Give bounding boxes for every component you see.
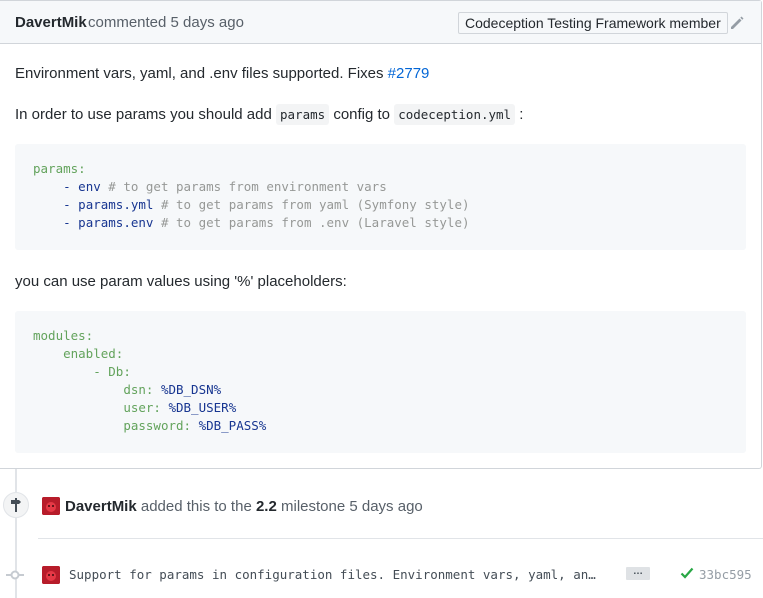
intro-text: Environment vars, yaml, and .env files s… [15, 65, 388, 82]
expand-commit-button[interactable]: … [626, 567, 650, 580]
code-comment: # to get params from yaml (Symfony style… [153, 197, 470, 212]
code-key: Db: [108, 364, 131, 379]
code-comment: # to get params from environment vars [100, 179, 387, 194]
event-text: milestone 5 days ago [276, 498, 423, 515]
inline-code-params: params [276, 104, 330, 125]
event-actor[interactable]: DavertMik [65, 498, 137, 515]
code-key: modules: [33, 328, 94, 343]
avatar-image [42, 566, 60, 584]
comment-author[interactable]: DavertMik [15, 14, 87, 31]
comment-intro: Environment vars, yaml, and .env files s… [15, 65, 429, 82]
code-block-params: params: - env # to get params from envir… [15, 144, 746, 250]
event-text: added this to the [136, 498, 256, 515]
code-value: params.yml [78, 197, 154, 212]
usage-text: config to [329, 106, 395, 123]
comment-box: DavertMik commented 5 days ago Codecepti… [0, 0, 762, 469]
milestone-event: DavertMik added this to the 2.2 mileston… [65, 498, 423, 515]
code-value: %DB_PASS% [198, 418, 267, 433]
code-dash: - [63, 215, 79, 230]
avatar-image [42, 497, 60, 515]
milestone-icon [11, 498, 21, 512]
pencil-icon[interactable] [729, 15, 745, 31]
commit-message[interactable]: Support for params in configuration file… [69, 567, 596, 582]
inline-code-config: codeception.yml [394, 104, 516, 125]
code-value: %DB_DSN% [160, 382, 222, 397]
code-block-modules: modules: enabled: - Db: dsn: %DB_DSN% us… [15, 311, 746, 453]
event-divider [38, 538, 763, 539]
comment-usage: In order to use params you should add pa… [15, 104, 524, 125]
check-icon[interactable] [680, 566, 694, 580]
code-dash: - [93, 364, 109, 379]
git-commit-icon [6, 570, 24, 580]
code-dash: - [63, 179, 79, 194]
code-key: dsn: [123, 382, 154, 397]
commit-sha[interactable]: 33bc595 [699, 567, 752, 582]
code-value: env [78, 179, 101, 194]
comment-meta[interactable]: commented 5 days ago [88, 14, 244, 31]
usage-text: In order to use params you should add [15, 106, 276, 123]
code-key: user: [123, 400, 161, 415]
placeholder-text: you can use param values using '%' place… [15, 273, 347, 290]
code-key: params: [33, 161, 86, 176]
code-value: params.env [78, 215, 154, 230]
issue-link[interactable]: #2779 [388, 65, 430, 82]
code-value: %DB_USER% [168, 400, 237, 415]
code-key: password: [123, 418, 192, 433]
milestone-icon-badge [3, 492, 29, 518]
member-badge: Codeception Testing Framework member [458, 12, 728, 34]
avatar[interactable] [42, 497, 60, 515]
code-key: enabled: [63, 346, 124, 361]
usage-text: : [515, 106, 524, 123]
code-comment: # to get params from .env (Laravel style… [153, 215, 470, 230]
milestone-link[interactable]: 2.2 [256, 498, 277, 515]
code-dash: - [63, 197, 79, 212]
avatar[interactable] [42, 566, 60, 584]
comment-header: DavertMik commented 5 days ago Codecepti… [0, 1, 761, 44]
